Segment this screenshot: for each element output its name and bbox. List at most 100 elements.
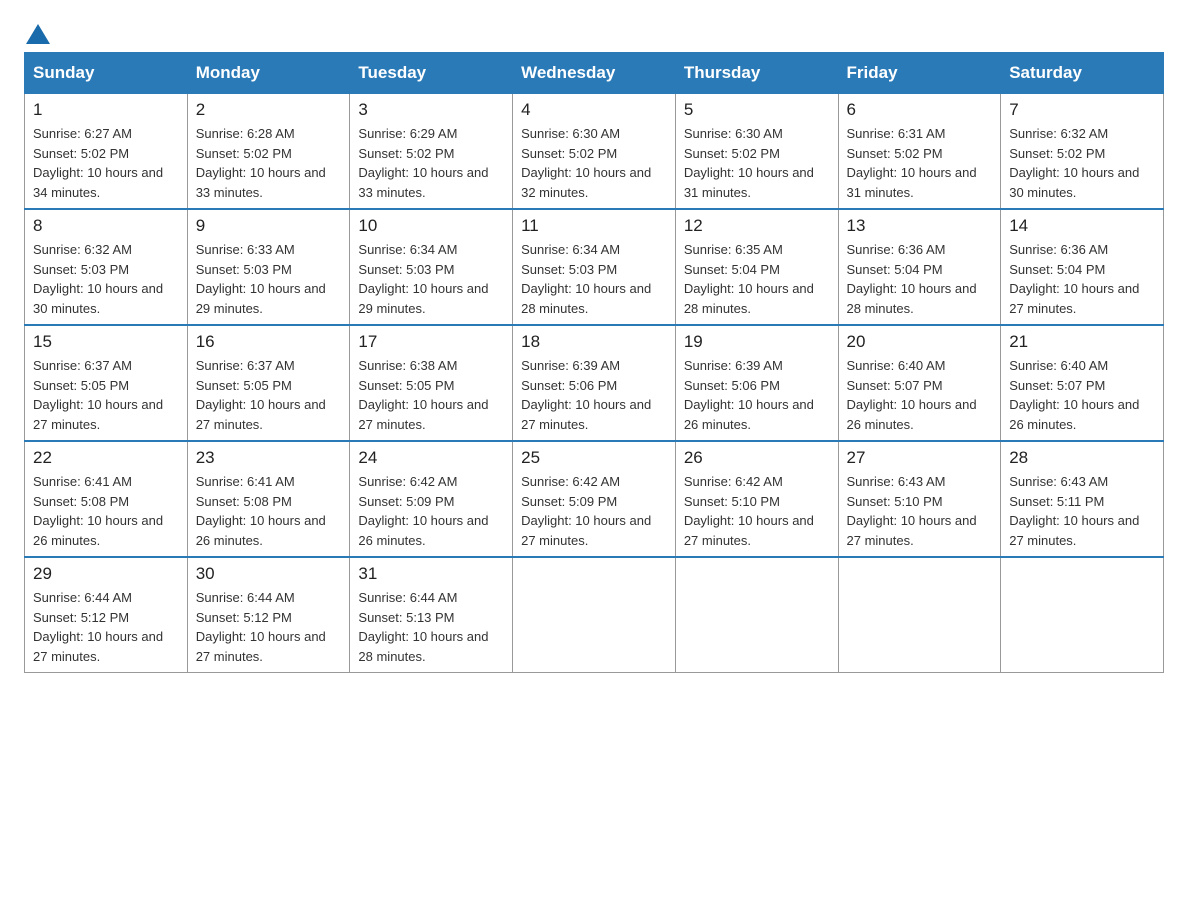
calendar-cell bbox=[838, 557, 1001, 673]
day-number: 30 bbox=[196, 564, 342, 584]
day-info: Sunrise: 6:32 AMSunset: 5:02 PMDaylight:… bbox=[1009, 124, 1155, 202]
calendar-cell: 7 Sunrise: 6:32 AMSunset: 5:02 PMDaylight… bbox=[1001, 94, 1164, 210]
day-number: 6 bbox=[847, 100, 993, 120]
calendar-cell: 17 Sunrise: 6:38 AMSunset: 5:05 PMDayligh… bbox=[350, 325, 513, 441]
day-info: Sunrise: 6:40 AMSunset: 5:07 PMDaylight:… bbox=[847, 356, 993, 434]
day-number: 15 bbox=[33, 332, 179, 352]
calendar-cell: 5Sunrise: 6:30 AMSunset: 5:02 PMDaylight… bbox=[675, 94, 838, 210]
day-number: 14 bbox=[1009, 216, 1155, 236]
day-info: Sunrise: 6:41 AMSunset: 5:08 PMDaylight:… bbox=[33, 472, 179, 550]
day-info: Sunrise: 6:39 AMSunset: 5:06 PMDaylight:… bbox=[521, 356, 667, 434]
weekday-header-saturday: Saturday bbox=[1001, 53, 1164, 94]
weekday-header-row: SundayMondayTuesdayWednesdayThursdayFrid… bbox=[25, 53, 1164, 94]
calendar-cell: 20 Sunrise: 6:40 AMSunset: 5:07 PMDayligh… bbox=[838, 325, 1001, 441]
day-number: 10 bbox=[358, 216, 504, 236]
day-info: Sunrise: 6:31 AMSunset: 5:02 PMDaylight:… bbox=[847, 124, 993, 202]
calendar-cell: 31 Sunrise: 6:44 AMSunset: 5:13 PMDayligh… bbox=[350, 557, 513, 673]
calendar-table: SundayMondayTuesdayWednesdayThursdayFrid… bbox=[24, 52, 1164, 673]
day-info: Sunrise: 6:43 AMSunset: 5:11 PMDaylight:… bbox=[1009, 472, 1155, 550]
day-number: 7 bbox=[1009, 100, 1155, 120]
page-header bbox=[24, 24, 1164, 44]
day-number: 18 bbox=[521, 332, 667, 352]
day-info: Sunrise: 6:28 AMSunset: 5:02 PMDaylight:… bbox=[196, 124, 342, 202]
weekday-header-wednesday: Wednesday bbox=[513, 53, 676, 94]
logo bbox=[24, 24, 52, 44]
day-number: 11 bbox=[521, 216, 667, 236]
calendar-cell: 25Sunrise: 6:42 AMSunset: 5:09 PMDayligh… bbox=[513, 441, 676, 557]
day-number: 22 bbox=[33, 448, 179, 468]
calendar-week-row: 22 Sunrise: 6:41 AMSunset: 5:08 PMDayligh… bbox=[25, 441, 1164, 557]
day-number: 29 bbox=[33, 564, 179, 584]
logo-triangle-icon bbox=[26, 24, 50, 44]
calendar-cell bbox=[1001, 557, 1164, 673]
day-info: Sunrise: 6:40 AMSunset: 5:07 PMDaylight:… bbox=[1009, 356, 1155, 434]
day-info: Sunrise: 6:37 AMSunset: 5:05 PMDaylight:… bbox=[196, 356, 342, 434]
weekday-header-tuesday: Tuesday bbox=[350, 53, 513, 94]
day-number: 2 bbox=[196, 100, 342, 120]
calendar-cell: 29Sunrise: 6:44 AMSunset: 5:12 PMDayligh… bbox=[25, 557, 188, 673]
calendar-cell: 24Sunrise: 6:42 AMSunset: 5:09 PMDayligh… bbox=[350, 441, 513, 557]
day-info: Sunrise: 6:36 AMSunset: 5:04 PMDaylight:… bbox=[847, 240, 993, 318]
calendar-cell: 28 Sunrise: 6:43 AMSunset: 5:11 PMDayligh… bbox=[1001, 441, 1164, 557]
day-number: 3 bbox=[358, 100, 504, 120]
day-info: Sunrise: 6:42 AMSunset: 5:10 PMDaylight:… bbox=[684, 472, 830, 550]
calendar-cell: 15 Sunrise: 6:37 AMSunset: 5:05 PMDayligh… bbox=[25, 325, 188, 441]
calendar-cell: 16Sunrise: 6:37 AMSunset: 5:05 PMDayligh… bbox=[187, 325, 350, 441]
calendar-cell: 1 Sunrise: 6:27 AMSunset: 5:02 PMDaylight… bbox=[25, 94, 188, 210]
day-info: Sunrise: 6:32 AMSunset: 5:03 PMDaylight:… bbox=[33, 240, 179, 318]
calendar-cell: 22 Sunrise: 6:41 AMSunset: 5:08 PMDayligh… bbox=[25, 441, 188, 557]
day-info: Sunrise: 6:29 AMSunset: 5:02 PMDaylight:… bbox=[358, 124, 504, 202]
day-number: 27 bbox=[847, 448, 993, 468]
day-number: 4 bbox=[521, 100, 667, 120]
calendar-cell: 14 Sunrise: 6:36 AMSunset: 5:04 PMDayligh… bbox=[1001, 209, 1164, 325]
day-info: Sunrise: 6:30 AMSunset: 5:02 PMDaylight:… bbox=[521, 124, 667, 202]
calendar-cell: 12 Sunrise: 6:35 AMSunset: 5:04 PMDayligh… bbox=[675, 209, 838, 325]
day-info: Sunrise: 6:27 AMSunset: 5:02 PMDaylight:… bbox=[33, 124, 179, 202]
day-number: 25 bbox=[521, 448, 667, 468]
calendar-week-row: 8 Sunrise: 6:32 AMSunset: 5:03 PMDaylight… bbox=[25, 209, 1164, 325]
calendar-cell: 26Sunrise: 6:42 AMSunset: 5:10 PMDayligh… bbox=[675, 441, 838, 557]
calendar-cell: 8 Sunrise: 6:32 AMSunset: 5:03 PMDaylight… bbox=[25, 209, 188, 325]
day-number: 12 bbox=[684, 216, 830, 236]
calendar-cell bbox=[675, 557, 838, 673]
calendar-cell: 3 Sunrise: 6:29 AMSunset: 5:02 PMDaylight… bbox=[350, 94, 513, 210]
day-number: 1 bbox=[33, 100, 179, 120]
day-info: Sunrise: 6:33 AMSunset: 5:03 PMDaylight:… bbox=[196, 240, 342, 318]
day-number: 21 bbox=[1009, 332, 1155, 352]
day-info: Sunrise: 6:35 AMSunset: 5:04 PMDaylight:… bbox=[684, 240, 830, 318]
day-number: 13 bbox=[847, 216, 993, 236]
calendar-cell: 27Sunrise: 6:43 AMSunset: 5:10 PMDayligh… bbox=[838, 441, 1001, 557]
day-info: Sunrise: 6:41 AMSunset: 5:08 PMDaylight:… bbox=[196, 472, 342, 550]
calendar-cell: 11Sunrise: 6:34 AMSunset: 5:03 PMDayligh… bbox=[513, 209, 676, 325]
day-info: Sunrise: 6:44 AMSunset: 5:13 PMDaylight:… bbox=[358, 588, 504, 666]
day-info: Sunrise: 6:38 AMSunset: 5:05 PMDaylight:… bbox=[358, 356, 504, 434]
weekday-header-monday: Monday bbox=[187, 53, 350, 94]
calendar-cell: 13 Sunrise: 6:36 AMSunset: 5:04 PMDayligh… bbox=[838, 209, 1001, 325]
calendar-cell bbox=[513, 557, 676, 673]
day-number: 9 bbox=[196, 216, 342, 236]
day-info: Sunrise: 6:44 AMSunset: 5:12 PMDaylight:… bbox=[196, 588, 342, 666]
day-number: 20 bbox=[847, 332, 993, 352]
day-info: Sunrise: 6:36 AMSunset: 5:04 PMDaylight:… bbox=[1009, 240, 1155, 318]
calendar-cell: 4 Sunrise: 6:30 AMSunset: 5:02 PMDaylight… bbox=[513, 94, 676, 210]
weekday-header-sunday: Sunday bbox=[25, 53, 188, 94]
day-number: 8 bbox=[33, 216, 179, 236]
calendar-week-row: 1 Sunrise: 6:27 AMSunset: 5:02 PMDaylight… bbox=[25, 94, 1164, 210]
calendar-week-row: 29 Sunrise: 6:44 AMSunset: 5:12 PMDayligh… bbox=[25, 557, 1164, 673]
calendar-cell: 6 Sunrise: 6:31 AMSunset: 5:02 PMDaylight… bbox=[838, 94, 1001, 210]
day-number: 28 bbox=[1009, 448, 1155, 468]
calendar-cell: 21 Sunrise: 6:40 AMSunset: 5:07 PMDayligh… bbox=[1001, 325, 1164, 441]
day-info: Sunrise: 6:30 AMSunset: 5:02 PMDaylight:… bbox=[684, 124, 830, 202]
day-number: 31 bbox=[358, 564, 504, 584]
calendar-cell: 2 Sunrise: 6:28 AMSunset: 5:02 PMDaylight… bbox=[187, 94, 350, 210]
calendar-cell: 10 Sunrise: 6:34 AMSunset: 5:03 PMDayligh… bbox=[350, 209, 513, 325]
day-number: 23 bbox=[196, 448, 342, 468]
day-info: Sunrise: 6:42 AMSunset: 5:09 PMDaylight:… bbox=[358, 472, 504, 550]
day-number: 19 bbox=[684, 332, 830, 352]
day-info: Sunrise: 6:37 AMSunset: 5:05 PMDaylight:… bbox=[33, 356, 179, 434]
calendar-cell: 9 Sunrise: 6:33 AMSunset: 5:03 PMDaylight… bbox=[187, 209, 350, 325]
calendar-cell: 19Sunrise: 6:39 AMSunset: 5:06 PMDayligh… bbox=[675, 325, 838, 441]
weekday-header-friday: Friday bbox=[838, 53, 1001, 94]
day-number: 17 bbox=[358, 332, 504, 352]
day-info: Sunrise: 6:34 AMSunset: 5:03 PMDaylight:… bbox=[358, 240, 504, 318]
